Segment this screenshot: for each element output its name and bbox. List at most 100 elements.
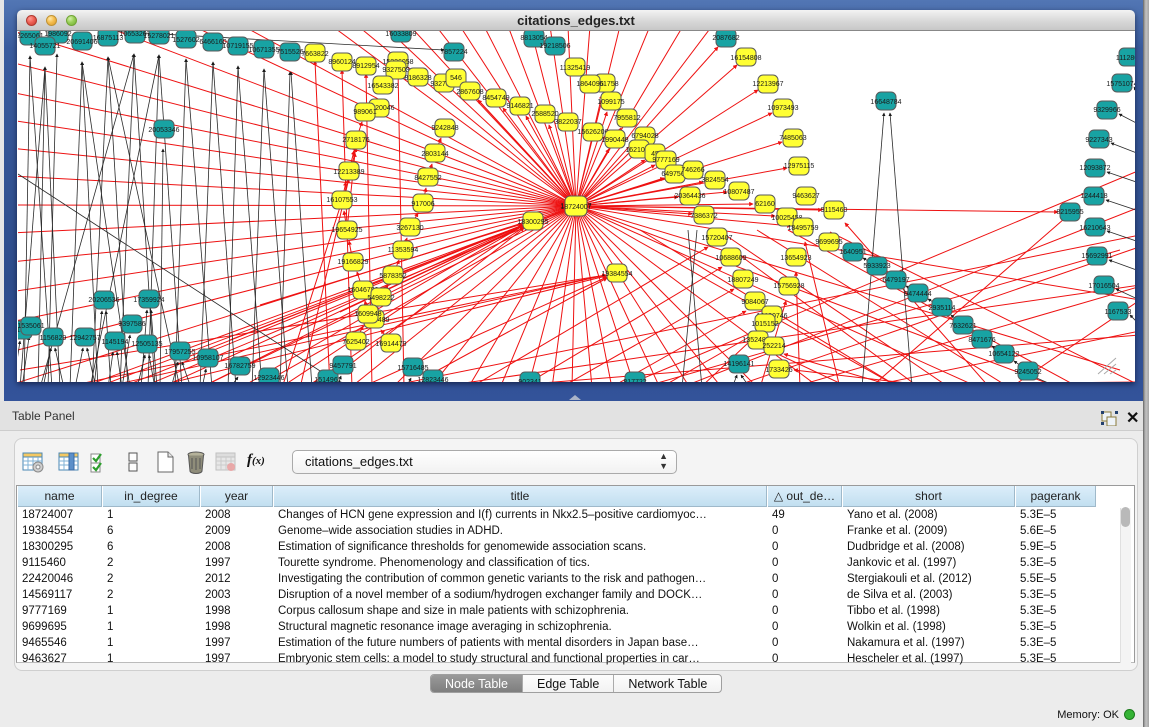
svg-text:817722: 817722 bbox=[623, 379, 646, 382]
svg-text:16782759: 16782759 bbox=[224, 363, 255, 370]
svg-text:9084067: 9084067 bbox=[741, 299, 768, 306]
svg-text:20053346: 20053346 bbox=[148, 127, 179, 134]
svg-text:6794028: 6794028 bbox=[631, 133, 658, 140]
svg-text:19654925: 19654925 bbox=[331, 227, 362, 234]
svg-text:7386372: 7386372 bbox=[690, 213, 717, 220]
svg-text:1156829: 1156829 bbox=[40, 335, 67, 342]
svg-text:9397586: 9397586 bbox=[118, 321, 145, 328]
svg-text:14196141: 14196141 bbox=[723, 361, 754, 368]
svg-text:11325419: 11325419 bbox=[560, 65, 591, 72]
svg-text:902341: 902341 bbox=[518, 379, 541, 382]
svg-text:1733426: 1733426 bbox=[765, 367, 792, 374]
svg-text:12923446: 12923446 bbox=[253, 375, 284, 382]
svg-text:3824554: 3824554 bbox=[701, 177, 728, 184]
svg-text:1640951: 1640951 bbox=[839, 249, 866, 256]
svg-text:13654923: 13654923 bbox=[780, 255, 811, 262]
svg-text:20206536: 20206536 bbox=[88, 297, 119, 304]
svg-text:12823446: 12823446 bbox=[417, 377, 448, 382]
svg-text:7632621: 7632621 bbox=[949, 323, 976, 330]
svg-text:18807249: 18807249 bbox=[727, 277, 758, 284]
svg-text:9146821: 9146821 bbox=[506, 103, 533, 110]
svg-text:15626206: 15626206 bbox=[577, 129, 608, 136]
svg-text:9227343: 9227343 bbox=[1085, 137, 1112, 144]
svg-text:746266: 746266 bbox=[681, 167, 704, 174]
svg-text:9115460: 9115460 bbox=[821, 207, 848, 214]
svg-text:989061: 989061 bbox=[353, 109, 376, 116]
svg-text:10958107: 10958107 bbox=[192, 355, 223, 362]
svg-text:3822037: 3822037 bbox=[554, 119, 581, 126]
svg-text:1609948: 1609948 bbox=[354, 311, 381, 318]
svg-text:8427552: 8427552 bbox=[414, 175, 441, 182]
svg-text:10671355: 10671355 bbox=[248, 47, 279, 54]
svg-text:14055721: 14055721 bbox=[29, 43, 60, 50]
svg-text:2803144: 2803144 bbox=[421, 151, 448, 158]
svg-text:19218506: 19218506 bbox=[539, 43, 570, 50]
svg-text:17359924: 17359924 bbox=[133, 297, 164, 304]
svg-text:8215955: 8215955 bbox=[1056, 209, 1083, 216]
svg-text:10688609: 10688609 bbox=[715, 255, 746, 262]
svg-text:19166829: 19166829 bbox=[337, 259, 368, 266]
svg-text:9463627: 9463627 bbox=[792, 193, 819, 200]
svg-text:15751074: 15751074 bbox=[1106, 81, 1135, 88]
svg-text:15720407: 15720407 bbox=[701, 235, 732, 242]
svg-text:2087682: 2087682 bbox=[712, 35, 739, 42]
svg-text:12505135: 12505135 bbox=[131, 341, 162, 348]
svg-text:1167533: 1167533 bbox=[1105, 309, 1132, 316]
svg-text:9327503: 9327503 bbox=[382, 67, 409, 74]
svg-text:1244418: 1244418 bbox=[1080, 193, 1107, 200]
svg-text:252214: 252214 bbox=[762, 343, 785, 350]
svg-text:15716485: 15716485 bbox=[397, 365, 428, 372]
svg-text:8471676: 8471676 bbox=[968, 337, 995, 344]
svg-text:1145194: 1145194 bbox=[102, 339, 129, 346]
svg-text:16914479: 16914479 bbox=[375, 341, 406, 348]
svg-text:20364436: 20364436 bbox=[674, 193, 705, 200]
svg-text:9474444: 9474444 bbox=[904, 291, 931, 298]
svg-text:1015152: 1015152 bbox=[751, 321, 778, 328]
svg-text:5498222: 5498222 bbox=[367, 295, 394, 302]
svg-text:12213389: 12213389 bbox=[333, 169, 364, 176]
svg-text:9777169: 9777169 bbox=[652, 157, 679, 164]
svg-text:5878352: 5878352 bbox=[379, 273, 406, 280]
svg-text:9699695: 9699695 bbox=[815, 239, 842, 246]
svg-text:18724007: 18724007 bbox=[560, 204, 591, 211]
svg-text:2588520: 2588520 bbox=[531, 111, 558, 118]
svg-text:5933923: 5933923 bbox=[863, 263, 890, 270]
svg-text:16210643: 16210643 bbox=[1079, 225, 1110, 232]
svg-text:1514961: 1514961 bbox=[314, 377, 341, 382]
svg-text:16107553: 16107553 bbox=[326, 197, 357, 204]
svg-text:16543382: 16543382 bbox=[367, 83, 398, 90]
svg-text:62160: 62160 bbox=[755, 201, 775, 208]
svg-text:7955812: 7955812 bbox=[613, 115, 640, 122]
svg-text:16033809: 16033809 bbox=[385, 31, 416, 38]
svg-text:9245052: 9245052 bbox=[1014, 369, 1041, 376]
svg-text:16648784: 16648784 bbox=[870, 99, 901, 106]
svg-text:1535061: 1535061 bbox=[18, 323, 45, 330]
svg-text:3267130: 3267130 bbox=[396, 225, 423, 232]
svg-text:1099175: 1099175 bbox=[597, 99, 624, 106]
svg-text:10973493: 10973493 bbox=[767, 105, 798, 112]
svg-text:2867608: 2867608 bbox=[456, 89, 483, 96]
svg-text:1527602: 1527602 bbox=[172, 37, 199, 44]
svg-text:2718176: 2718176 bbox=[342, 137, 369, 144]
svg-text:10807487: 10807487 bbox=[723, 189, 754, 196]
svg-text:9457791: 9457791 bbox=[329, 363, 356, 370]
svg-text:7515526: 7515526 bbox=[276, 49, 303, 56]
svg-text:18300295: 18300295 bbox=[517, 219, 548, 226]
svg-text:15756928: 15756928 bbox=[773, 283, 804, 290]
svg-text:7625402: 7625402 bbox=[342, 339, 369, 346]
svg-text:11353594: 11353594 bbox=[388, 247, 419, 254]
svg-text:12942757: 12942757 bbox=[69, 335, 100, 342]
svg-text:17016504: 17016504 bbox=[1088, 283, 1119, 290]
svg-text:7485063: 7485063 bbox=[779, 135, 806, 142]
svg-text:7663822: 7663822 bbox=[301, 51, 328, 58]
svg-text:10654122: 10654122 bbox=[988, 351, 1019, 358]
svg-text:1864096: 1864096 bbox=[576, 81, 603, 88]
svg-text:7857224: 7857224 bbox=[440, 49, 467, 56]
svg-text:8454749: 8454749 bbox=[482, 95, 509, 102]
svg-text:19384554: 19384554 bbox=[601, 271, 632, 278]
svg-text:917006: 917006 bbox=[411, 201, 434, 208]
svg-text:1112803: 1112803 bbox=[1116, 55, 1135, 62]
svg-text:12975115: 12975115 bbox=[784, 163, 815, 170]
svg-text:15278021: 15278021 bbox=[143, 33, 174, 40]
svg-text:9242848: 9242848 bbox=[431, 125, 458, 132]
